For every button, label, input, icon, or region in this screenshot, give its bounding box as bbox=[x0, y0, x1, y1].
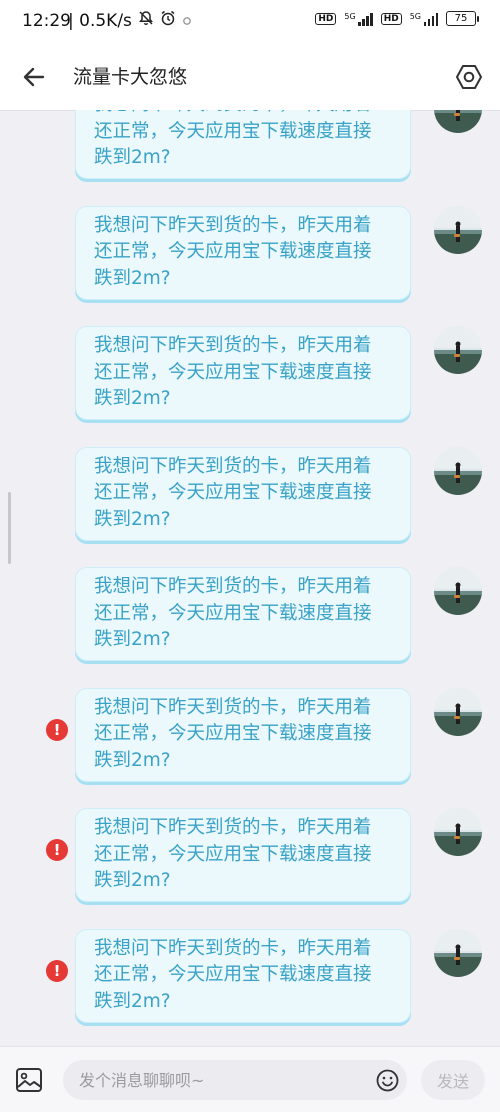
message-row: ! 我想问下昨天到货的卡，昨天用着 还正常，今天应用宝下载速度直接 跌到2m? bbox=[0, 687, 500, 786]
signal-icon: 5G bbox=[344, 11, 373, 26]
status-right-icons: HD 5G HD 5G 75 bbox=[315, 11, 479, 26]
message-bubble[interactable]: 我想问下昨天到货的卡，昨天用着还正常，今天应用宝下载速度直接跌到2m? bbox=[75, 567, 411, 661]
message-row: ! 我想问下昨天到货的卡，昨天用着 还正常，今天应用宝下载速度直接 跌到2m? bbox=[0, 808, 500, 906]
message-text-line: 跌到2m? bbox=[94, 749, 171, 771]
settings-hexagon-icon[interactable] bbox=[453, 61, 485, 93]
message-text-line: 还正常，今天应用宝下载速度直接 bbox=[94, 241, 372, 262]
message-text-line: 还正常，今天应用宝下载速度直接 bbox=[94, 361, 372, 383]
avatar[interactable] bbox=[434, 205, 482, 254]
message-row: 我想问下昨天到货的卡，昨天用着还正常，今天应用宝下载速度直接跌到2m? bbox=[0, 446, 500, 545]
message-bubble[interactable]: 我想问下昨天到货的卡，昨天用着还正常，今天应用宝下载速度直接跌到2m? bbox=[75, 808, 411, 902]
hd-badge: HD bbox=[380, 12, 402, 25]
network-type: 5G bbox=[409, 11, 421, 21]
message-bubble[interactable]: 我想问下昨天到货的卡，昨天用着还正常，今天应用宝下载速度直接跌到2m? bbox=[75, 687, 411, 782]
message-text-line: 跌到2m? bbox=[94, 267, 171, 289]
message-text-line: 跌到2m? bbox=[94, 508, 171, 530]
message-bubble[interactable]: 我想问下昨天到货的卡，昨天用着还正常，今天应用宝下载速度直接跌到2m? bbox=[75, 110, 411, 179]
mute-bell-icon bbox=[138, 10, 154, 31]
image-icon[interactable] bbox=[15, 1067, 43, 1093]
message-text-line: 跌到2m? bbox=[94, 870, 171, 891]
avatar[interactable] bbox=[434, 446, 482, 495]
message-text-line: 我想问下昨天到货的卡，昨天用着 bbox=[94, 110, 396, 119]
avatar[interactable] bbox=[434, 110, 482, 133]
message-row: 我想问下昨天到货的卡，昨天用着还正常，今天应用宝下载速度直接跌到2m? bbox=[0, 205, 500, 304]
hd-badge: HD bbox=[315, 12, 337, 25]
message-text-line: 我想问下昨天到货的卡，昨天用着 bbox=[94, 937, 372, 959]
avatar[interactable] bbox=[434, 687, 482, 736]
message-text-line: 跌到2m? bbox=[94, 629, 171, 650]
message-text-line: 还正常，今天应用宝下载速度直接 bbox=[94, 843, 372, 865]
message-bubble[interactable]: 我想问下昨天到货的卡，昨天用着还正常，今天应用宝下载速度直接跌到2m? bbox=[75, 446, 411, 541]
message-text-line: 我想问下昨天到货的卡，昨天用着 bbox=[94, 455, 372, 477]
error-icon[interactable]: ! bbox=[46, 839, 68, 861]
alarm-clock-icon bbox=[160, 10, 176, 31]
message-text-line: 还正常，今天应用宝下载速度直接 bbox=[94, 964, 372, 985]
message-row: 我想问下昨天到货的卡，昨天用着还正常，今天应用宝下载速度直接跌到2m? bbox=[0, 110, 500, 183]
notification-dot-icon bbox=[182, 11, 192, 31]
battery-icon: 75 bbox=[446, 11, 479, 26]
error-icon[interactable]: ! bbox=[46, 959, 68, 982]
status-bar: 12:29 | 0.5K/s HD 5G HD 5G 75 bbox=[0, 0, 500, 42]
message-text-line: 我想问下昨天到货的卡，昨天用着 bbox=[94, 817, 372, 838]
message-list[interactable]: 我想问下昨天到货的卡，昨天用着还正常，今天应用宝下载速度直接跌到2m?我想问下昨… bbox=[0, 110, 500, 1046]
avatar[interactable] bbox=[434, 928, 482, 977]
message-bubble[interactable]: 我想问下昨天到货的卡，昨天用着还正常，今天应用宝下载速度直接跌到2m? bbox=[75, 326, 411, 420]
avatar[interactable] bbox=[434, 326, 482, 374]
status-left-icons: | 0.5K/s bbox=[68, 10, 192, 31]
message-text-line: 我想问下昨天到货的卡，昨天用着 bbox=[94, 335, 372, 356]
message-text-line: 我想问下昨天到货的卡，昨天用着 bbox=[94, 696, 372, 718]
message-row: ! 我想问下昨天到货的卡，昨天用着 还正常，今天应用宝下载速度直接 跌到2m? bbox=[0, 928, 500, 1027]
message-text-line: 跌到2m? bbox=[94, 147, 171, 168]
message-text-line: 跌到2m? bbox=[94, 388, 171, 409]
chat-header: 流量卡大忽悠 bbox=[0, 42, 500, 111]
network-speed: | 0.5K/s bbox=[68, 10, 132, 31]
message-text-line: 我想问下昨天到货的卡，昨天用着 bbox=[94, 214, 372, 236]
message-bubble[interactable]: 我想问下昨天到货的卡，昨天用着还正常，今天应用宝下载速度直接跌到2m? bbox=[75, 205, 411, 300]
message-text-line: 还正常，今天应用宝下载速度直接 bbox=[94, 602, 372, 624]
status-time: 12:29 bbox=[22, 11, 71, 31]
message-text-line: 我想问下昨天到货的卡，昨天用着 bbox=[94, 576, 372, 597]
message-bubble[interactable]: 我想问下昨天到货的卡，昨天用着还正常，今天应用宝下载速度直接跌到2m? bbox=[75, 928, 411, 1023]
message-text-line: 还正常，今天应用宝下载速度直接 bbox=[94, 723, 372, 744]
back-arrow-icon[interactable] bbox=[18, 61, 50, 93]
avatar[interactable] bbox=[434, 808, 482, 856]
message-text-line: 跌到2m? bbox=[94, 990, 171, 1012]
message-row: 我想问下昨天到货的卡，昨天用着还正常，今天应用宝下载速度直接跌到2m? bbox=[0, 326, 500, 424]
input-bar: 发送 bbox=[0, 1046, 500, 1112]
message-row: 我想问下昨天到货的卡，昨天用着还正常，今天应用宝下载速度直接跌到2m? bbox=[0, 567, 500, 665]
message-text-line: 还正常，今天应用宝下载速度直接 bbox=[94, 482, 372, 503]
message-input[interactable] bbox=[63, 1060, 407, 1100]
error-icon[interactable]: ! bbox=[46, 718, 68, 741]
send-button[interactable]: 发送 bbox=[421, 1060, 485, 1100]
avatar[interactable] bbox=[434, 567, 482, 615]
network-type: 5G bbox=[344, 11, 356, 21]
signal-icon: 5G bbox=[410, 12, 438, 26]
page-title: 流量卡大忽悠 bbox=[73, 66, 188, 88]
message-text-line: 还正常，今天应用宝下载速度直接 bbox=[94, 120, 372, 142]
emoji-icon[interactable] bbox=[376, 1069, 399, 1092]
